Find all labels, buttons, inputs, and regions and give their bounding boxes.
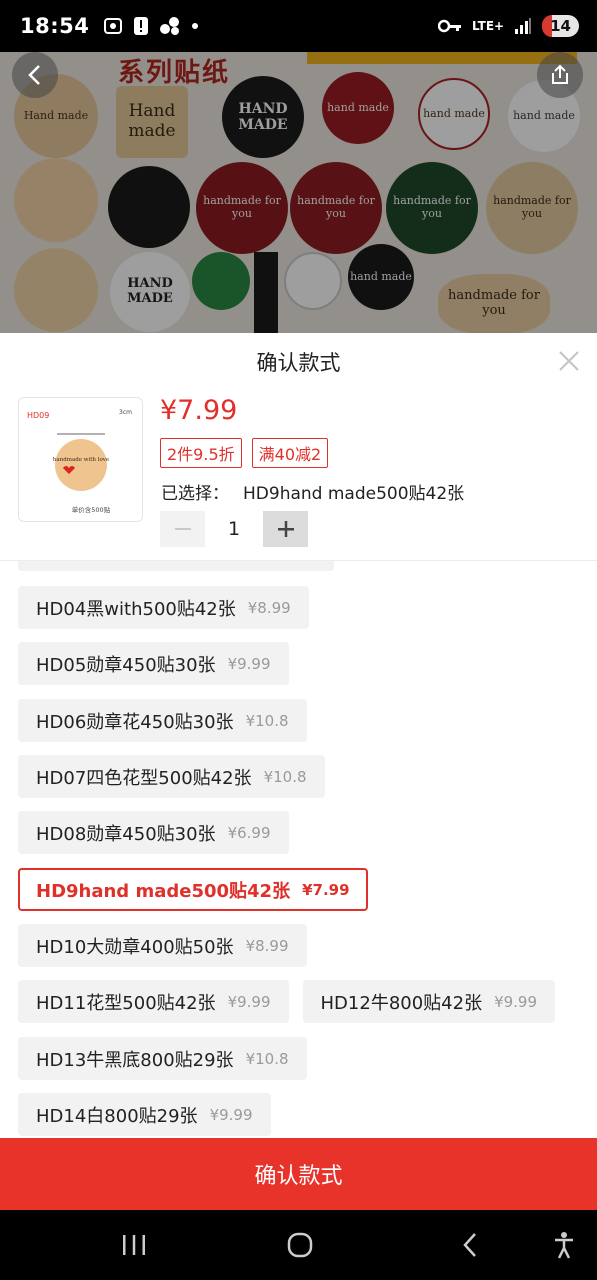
- accessibility-button[interactable]: [538, 1210, 590, 1280]
- current-price: ¥7.99: [160, 395, 238, 426]
- svg-text:3cm: 3cm: [119, 409, 132, 416]
- sku-option[interactable]: HD08勋章450贴30张 ¥6.99: [18, 811, 289, 854]
- confirm-button[interactable]: 确认款式: [0, 1138, 597, 1210]
- key-icon: [438, 19, 462, 33]
- svg-text:handmade with love: handmade with love: [53, 457, 109, 463]
- back-icon: [463, 1233, 476, 1257]
- sku-option[interactable]: HD07四色花型500贴42张 ¥10.8: [18, 755, 325, 798]
- plus-icon: [277, 521, 294, 537]
- increase-button[interactable]: [263, 511, 308, 547]
- system-nav-bar: [0, 1210, 597, 1280]
- status-bar: 18:54 LTE+ 14: [0, 0, 597, 52]
- alert-icon: [134, 17, 149, 35]
- signal-icon: [515, 18, 532, 34]
- sku-option[interactable]: HD13牛黑底800贴29张 ¥10.8: [18, 1037, 307, 1080]
- network-type: LTE+: [472, 19, 505, 33]
- quantity-input[interactable]: 1: [205, 518, 263, 540]
- recent-apps-button[interactable]: [104, 1210, 164, 1280]
- sku-option[interactable]: HD04黑with500贴42张 ¥8.99: [18, 586, 309, 629]
- promo-tag: 2件9.5折: [160, 438, 242, 468]
- sku-option[interactable]: HD12牛800贴42张 ¥9.99: [302, 980, 556, 1023]
- selected-label: 已选择：: [161, 484, 229, 504]
- quantity-stepper: 1: [160, 511, 308, 547]
- selected-summary: 已选择： HD9hand made500贴42张: [161, 479, 464, 504]
- app-icon: [160, 17, 180, 35]
- svg-text:HD09: HD09: [27, 411, 49, 420]
- share-icon: [552, 64, 568, 84]
- home-button[interactable]: [270, 1210, 330, 1280]
- nav-back-button[interactable]: [440, 1210, 500, 1280]
- sku-option[interactable]: HD11花型500贴42张 ¥9.99: [18, 980, 289, 1023]
- sku-option[interactable]: [18, 561, 334, 571]
- dot-icon: [192, 23, 199, 29]
- back-button[interactable]: [12, 52, 58, 98]
- home-icon: [287, 1232, 313, 1258]
- thumbnail-image: HD09 3cm handmade with love 单价含500贴: [27, 409, 132, 514]
- battery-indicator: 14: [542, 15, 579, 37]
- close-icon: [559, 351, 579, 371]
- sku-sheet: 确认款式 HD09 3cm handmade with love 单价含500贴…: [0, 333, 597, 1210]
- sku-option-selected[interactable]: HD9hand made500贴42张 ¥7.99: [18, 868, 368, 911]
- chevron-left-icon: [28, 65, 40, 85]
- sku-option[interactable]: HD05勋章450贴30张 ¥9.99: [18, 642, 289, 685]
- sku-options-list[interactable]: HD04黑with500贴42张 ¥8.99 HD05勋章450贴30张 ¥9.99…: [0, 561, 597, 1139]
- share-button[interactable]: [537, 52, 583, 98]
- sku-option[interactable]: HD06勋章花450贴30张 ¥10.8: [18, 699, 307, 742]
- screenshot-icon: [104, 18, 123, 34]
- sku-option[interactable]: HD10大勋章400贴50张 ¥8.99: [18, 924, 307, 967]
- sku-option[interactable]: HD14白800贴29张 ¥9.99: [18, 1093, 271, 1136]
- minus-icon: [174, 528, 191, 530]
- selected-value: HD9hand made500贴42张: [243, 484, 465, 504]
- svg-text:单价含500贴: 单价含500贴: [72, 505, 111, 514]
- product-thumbnail[interactable]: HD09 3cm handmade with love 单价含500贴: [18, 397, 143, 522]
- product-image: 系列贴纸 Hand made Hand made HAND MADE hand …: [0, 52, 597, 333]
- decrease-button[interactable]: [160, 511, 205, 547]
- status-time: 18:54: [20, 14, 90, 38]
- close-button[interactable]: [557, 349, 581, 373]
- recent-apps-icon: [123, 1235, 145, 1255]
- promo-tag: 满40减2: [251, 438, 329, 468]
- promo-tags: 2件9.5折 满40减2: [160, 438, 329, 468]
- accessibility-icon: [555, 1232, 573, 1259]
- sheet-title: 确认款式: [256, 351, 341, 375]
